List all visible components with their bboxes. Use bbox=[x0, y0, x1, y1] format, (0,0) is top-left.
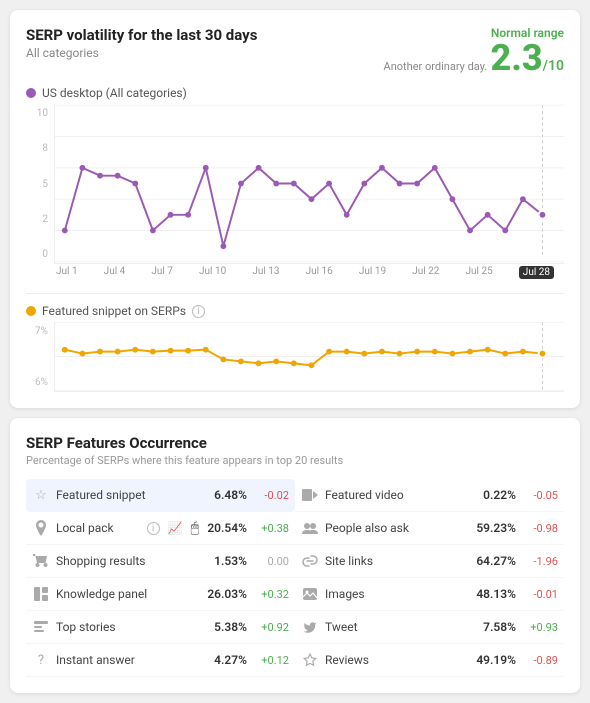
twitter-icon bbox=[301, 618, 319, 636]
feature-delta-people-also-ask: -0.98 bbox=[522, 522, 558, 535]
feature-name-images: Images bbox=[325, 587, 468, 601]
chart1-label: US desktop (All categories) bbox=[26, 86, 564, 100]
feature-pct-shopping: 1.53% bbox=[205, 554, 247, 568]
feature-name-instant-answer: Instant answer bbox=[56, 653, 199, 667]
card-subtitle: All categories bbox=[26, 46, 257, 60]
feature-name-knowledge: Knowledge panel bbox=[56, 587, 199, 601]
cursor-icon: 🖱 bbox=[191, 520, 199, 536]
features-title: SERP Features Occurrence bbox=[26, 434, 564, 452]
feature-row-knowledge: Knowledge panel 26.03% +0.32 bbox=[26, 578, 295, 611]
chart1-x-axis: Jul 1 Jul 4 Jul 7 Jul 10 Jul 13 Jul 16 J… bbox=[26, 266, 564, 279]
feature-pct-site-links: 64.27% bbox=[474, 554, 516, 568]
features-right-col: Featured video 0.22% -0.05 People also a… bbox=[295, 479, 564, 677]
feature-pct-featured-video: 0.22% bbox=[474, 488, 516, 502]
feature-name-featured-snippet: Featured snippet bbox=[56, 488, 199, 502]
feature-delta-images: -0.01 bbox=[522, 588, 558, 601]
feature-delta-reviews: -0.89 bbox=[522, 654, 558, 667]
feature-delta-featured-snippet: -0.02 bbox=[253, 489, 289, 502]
link-icon bbox=[301, 552, 319, 570]
chart2-container: 7% 6% bbox=[26, 322, 564, 392]
chart1-area bbox=[54, 104, 564, 264]
feature-pct-knowledge: 26.03% bbox=[205, 587, 247, 601]
score-value: 2.3 bbox=[490, 37, 542, 79]
feature-row-instant-answer: ? Instant answer 4.27% +0.12 bbox=[26, 644, 295, 677]
feature-pct-local-pack: 20.54% bbox=[205, 521, 247, 535]
panel-icon bbox=[32, 585, 50, 603]
card-header: SERP volatility for the last 30 days All… bbox=[26, 26, 564, 76]
info-icon[interactable]: i bbox=[192, 305, 205, 318]
feature-row-people-also-ask: People also ask 59.23% -0.98 bbox=[295, 512, 564, 545]
local-pack-trend-icon[interactable]: 📈 bbox=[168, 521, 183, 535]
feature-name-tweet: Tweet bbox=[325, 620, 468, 634]
star-icon: ☆ bbox=[32, 486, 50, 504]
cart-icon bbox=[32, 552, 50, 570]
feature-pct-reviews: 49.19% bbox=[474, 653, 516, 667]
feature-delta-site-links: -1.96 bbox=[522, 555, 558, 568]
feature-delta-shopping: 0.00 bbox=[253, 555, 289, 568]
chart2-svg bbox=[54, 322, 564, 392]
feature-pct-images: 48.13% bbox=[474, 587, 516, 601]
feature-delta-instant-answer: +0.12 bbox=[253, 654, 289, 667]
feature-pct-instant-answer: 4.27% bbox=[205, 653, 247, 667]
video-icon bbox=[301, 486, 319, 504]
ordinary-day-label: Another ordinary day. 2.3/10 bbox=[384, 40, 564, 76]
feature-row-reviews: Reviews 49.19% -0.89 bbox=[295, 644, 564, 677]
feature-pct-tweet: 7.58% bbox=[474, 620, 516, 634]
feature-name-top-stories: Top stories bbox=[56, 620, 199, 634]
feature-name-featured-video: Featured video bbox=[325, 488, 468, 502]
feature-name-shopping: Shopping results bbox=[56, 554, 199, 568]
people-icon bbox=[301, 519, 319, 537]
feature-row-tweet: Tweet 7.58% +0.93 bbox=[295, 611, 564, 644]
score-block: Normal range Another ordinary day. 2.3/1… bbox=[384, 26, 564, 76]
feature-row-featured-video: Featured video 0.22% -0.05 bbox=[295, 479, 564, 512]
feature-pct-featured-snippet: 6.48% bbox=[205, 488, 247, 502]
yellow-dot-icon bbox=[26, 306, 36, 316]
feature-row-shopping: Shopping results 1.53% 0.00 bbox=[26, 545, 295, 578]
image-icon bbox=[301, 585, 319, 603]
feature-delta-featured-video: -0.05 bbox=[522, 489, 558, 502]
chart1-container: 10 8 5 2 0 bbox=[26, 104, 564, 264]
volatility-card: SERP volatility for the last 30 days All… bbox=[10, 10, 580, 408]
feature-name-people-also-ask: People also ask bbox=[325, 521, 468, 535]
chart1-y-axis: 10 8 5 2 0 bbox=[26, 104, 54, 264]
chart1-svg bbox=[54, 104, 564, 264]
score-denom: /10 bbox=[543, 58, 564, 74]
features-subtitle: Percentage of SERPs where this feature a… bbox=[26, 454, 564, 467]
feature-pct-people-also-ask: 59.23% bbox=[474, 521, 516, 535]
feature-pct-top-stories: 5.38% bbox=[205, 620, 247, 634]
feature-name-local-pack: Local pack bbox=[56, 521, 141, 535]
feature-row-top-stories: Top stories 5.38% +0.92 bbox=[26, 611, 295, 644]
news-icon bbox=[32, 618, 50, 636]
chart2-label: Featured snippet on SERPs i bbox=[26, 304, 564, 318]
feature-delta-local-pack: +0.38 bbox=[253, 522, 289, 535]
local-pack-info-icon[interactable]: i bbox=[147, 522, 160, 535]
feature-row-images: Images 48.13% -0.01 bbox=[295, 578, 564, 611]
card-header-left: SERP volatility for the last 30 days All… bbox=[26, 26, 257, 60]
feature-delta-knowledge: +0.32 bbox=[253, 588, 289, 601]
features-card: SERP Features Occurrence Percentage of S… bbox=[10, 418, 580, 693]
feature-delta-top-stories: +0.92 bbox=[253, 621, 289, 634]
pin-icon bbox=[32, 519, 50, 537]
chart2-y-axis: 7% 6% bbox=[26, 322, 54, 392]
reviews-star-icon bbox=[301, 651, 319, 669]
features-grid: ☆ Featured snippet 6.48% -0.02 Local pac… bbox=[26, 479, 564, 677]
feature-delta-tweet: +0.93 bbox=[522, 621, 558, 634]
feature-row-site-links: Site links 64.27% -1.96 bbox=[295, 545, 564, 578]
card-title: SERP volatility for the last 30 days bbox=[26, 26, 257, 44]
chart2-area bbox=[54, 322, 564, 392]
feature-row-local-pack: Local pack i 📈 🖱 20.54% +0.38 bbox=[26, 512, 295, 545]
feature-name-reviews: Reviews bbox=[325, 653, 468, 667]
features-left-col: ☆ Featured snippet 6.48% -0.02 Local pac… bbox=[26, 479, 295, 677]
question-icon: ? bbox=[32, 651, 50, 669]
feature-name-site-links: Site links bbox=[325, 554, 468, 568]
feature-row-featured-snippet: ☆ Featured snippet 6.48% -0.02 bbox=[26, 479, 295, 512]
purple-dot-icon bbox=[26, 88, 36, 98]
